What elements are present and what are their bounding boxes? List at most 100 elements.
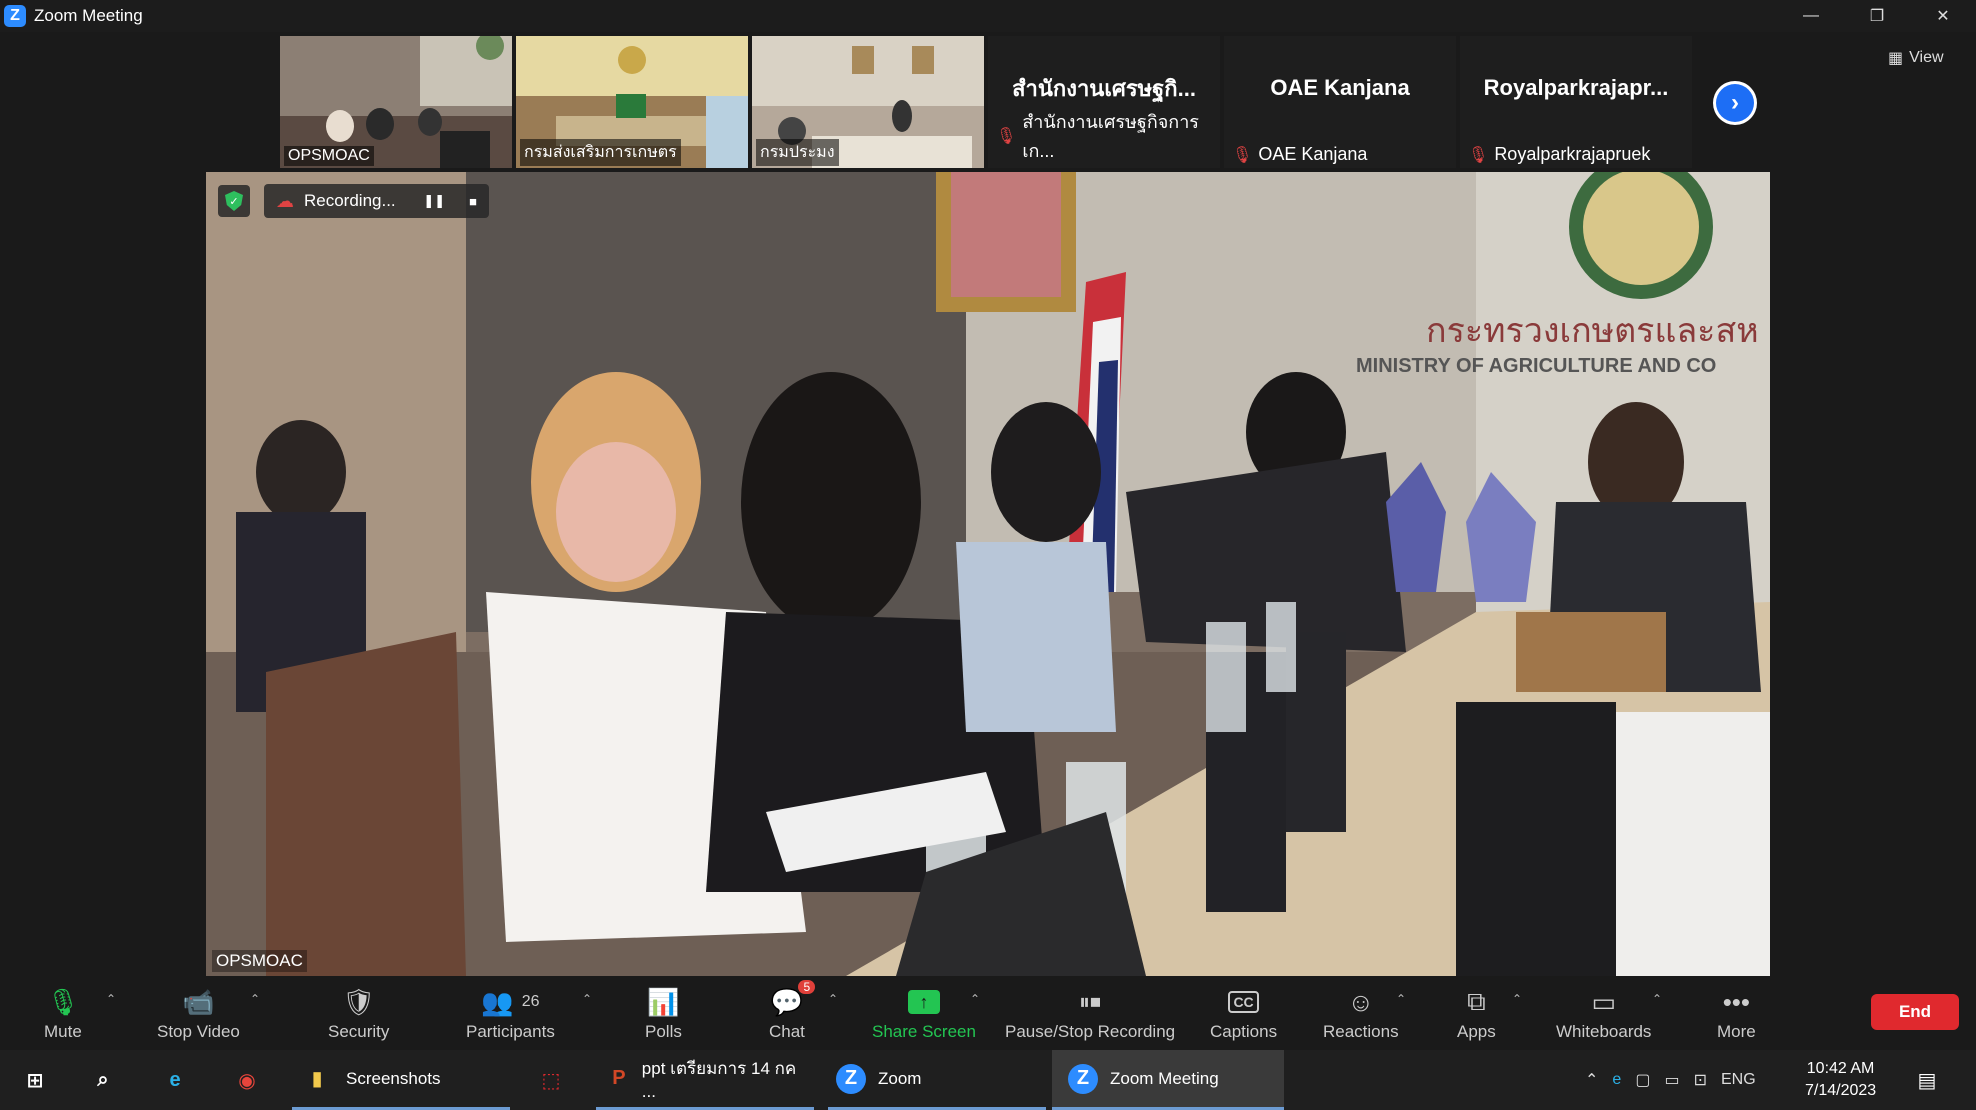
whiteboard-icon: ▭	[1591, 986, 1616, 1017]
participant-tile-fisheries[interactable]: กรมประมง	[752, 36, 984, 168]
participant-tile-royalpark[interactable]: Royalparkrajapr... 🎙 Royalparkrajapruek	[1460, 36, 1692, 168]
taskbar-clock[interactable]: 10:42 AM 7/14/2023	[1805, 1058, 1876, 1102]
taskbar-item-label: Screenshots	[346, 1068, 441, 1088]
notification-icon: ▤	[1917, 1069, 1937, 1092]
mic-muted-icon: 🎙	[996, 128, 1017, 145]
participant-name: กรมส่งเสริมการเกษตร	[520, 139, 681, 166]
end-meeting-button[interactable]: End	[1871, 994, 1959, 1030]
video-options-caret[interactable]: ⌃	[250, 992, 260, 1006]
polls-button[interactable]: 📊 Polls	[645, 984, 682, 1042]
edge-browser-icon: e	[169, 1068, 181, 1091]
captions-label: Captions	[1210, 1022, 1278, 1041]
apps-button[interactable]: ⧉ Apps	[1457, 984, 1496, 1042]
apps-icon: ⧉	[1467, 986, 1486, 1016]
taskbar-powerpoint[interactable]: P ppt เตรียมการ 14 กค ...	[596, 1050, 814, 1110]
chat-options-caret[interactable]: ⌃	[828, 992, 838, 1006]
pause-stop-recording-button[interactable]: ⏸⏹ Pause/Stop Recording	[1005, 984, 1175, 1042]
stop-video-button[interactable]: 📹 Stop Video	[157, 984, 240, 1042]
notification-center-button[interactable]: ▤	[1912, 1050, 1942, 1110]
participants-icon: 👥 26	[481, 986, 540, 1017]
language-indicator[interactable]: ENG	[1721, 1071, 1756, 1089]
participant-display-name: Royalparkrajapr...	[1483, 75, 1669, 100]
participants-count: 26	[521, 993, 540, 1010]
pause-recording-button[interactable]: ❚❚	[423, 193, 445, 209]
taskbar-edge[interactable]: e	[160, 1050, 190, 1110]
taskbar-screenshots[interactable]: ▮ Screenshots	[292, 1050, 510, 1110]
window-title: Zoom Meeting	[34, 6, 143, 25]
share-screen-button[interactable]: ↑ Share Screen	[872, 984, 976, 1042]
zoom-app-icon: Z	[836, 1063, 866, 1094]
audio-options-caret[interactable]: ⌃	[106, 992, 116, 1006]
next-page-button[interactable]: ›	[1713, 81, 1757, 125]
participant-name-row: 🎙 สำนักงานเศรษฐกิจการเก...	[992, 106, 1220, 166]
taskbar-zoom[interactable]: Z Zoom	[828, 1050, 1046, 1110]
taskbar-item-label: ppt เตรียมการ 14 กค ...	[641, 1059, 797, 1101]
participant-name-row: 🎙 Royalparkrajapruek	[1464, 143, 1654, 166]
chat-label: Chat	[769, 1022, 805, 1041]
participants-button[interactable]: 👥 26 Participants	[466, 984, 555, 1042]
participant-display-name: OAE Kanjana	[1270, 75, 1410, 100]
participant-tile-oae-kanjana[interactable]: OAE Kanjana 🎙 OAE Kanjana	[1224, 36, 1456, 168]
share-options-caret[interactable]: ⌃	[970, 992, 980, 1006]
polls-label: Polls	[645, 1022, 682, 1041]
chrome-browser-icon: ◉	[238, 1069, 256, 1092]
powerpoint-icon: P	[612, 1067, 626, 1089]
zoom-logo-icon: Z	[4, 5, 26, 27]
participant-display-name: สำนักงานเศรษฐกิ...	[1012, 75, 1196, 101]
participants-options-caret[interactable]: ⌃	[582, 992, 592, 1006]
mic-muted-icon: 🎙	[1468, 146, 1489, 164]
minimize-button[interactable]: —	[1778, 0, 1844, 32]
tray-app-icon[interactable]: ▢	[1635, 1070, 1650, 1090]
reactions-options-caret[interactable]: ⌃	[1396, 992, 1406, 1006]
participant-tile-oae[interactable]: สำนักงานเศรษฐกิ... 🎙 สำนักงานเศรษฐกิจการ…	[988, 36, 1220, 168]
encryption-shield[interactable]: ✓	[218, 185, 250, 217]
apps-options-caret[interactable]: ⌃	[1512, 992, 1522, 1006]
smiley-plus-icon: ☺	[1347, 986, 1375, 1017]
stop-video-label: Stop Video	[157, 1022, 240, 1041]
captions-button[interactable]: CC Captions	[1210, 984, 1277, 1042]
search-button[interactable]: ⌕	[88, 1050, 118, 1110]
participant-tile-opsmoac[interactable]: OPSMOAC	[280, 36, 512, 168]
network-icon[interactable]: ⊡	[1694, 1070, 1707, 1090]
participant-name: OPSMOAC	[284, 146, 374, 166]
shield-check-icon: ✓	[225, 191, 243, 211]
chat-button[interactable]: 💬 5 Chat	[769, 980, 816, 1042]
mic-muted-icon: 🎙	[1232, 146, 1253, 164]
reactions-button[interactable]: ☺ Reactions	[1323, 984, 1399, 1042]
participant-strip: OPSMOAC กรมส่งเสริมการเกษตร กรมประมง สำน…	[280, 36, 1692, 168]
pdf-reader-icon: ⬚	[541, 1069, 561, 1092]
view-button[interactable]: ▦ View	[1888, 48, 1944, 68]
participant-tile-doae[interactable]: กรมส่งเสริมการเกษตร	[516, 36, 748, 168]
tray-ie-icon[interactable]: e	[1612, 1071, 1621, 1089]
taskbar-pdf[interactable]: ⬚	[536, 1050, 566, 1110]
whiteboards-button[interactable]: ▭ Whiteboards	[1556, 984, 1651, 1042]
mute-label: Mute	[44, 1022, 82, 1041]
window-controls: — ❐ ✕	[1778, 0, 1976, 32]
whiteboards-label: Whiteboards	[1556, 1022, 1652, 1041]
folder-icon: ▮	[311, 1068, 323, 1090]
security-button[interactable]: 🛡 Security	[328, 984, 389, 1042]
taskbar-chrome[interactable]: ◉	[232, 1050, 262, 1110]
main-speaker-video[interactable]: กระทรวงเกษตรและสห MINISTRY OF AGRICULTUR…	[206, 172, 1770, 976]
start-button[interactable]: ⊞	[20, 1050, 50, 1110]
taskbar-zoom-meeting[interactable]: Z Zoom Meeting	[1052, 1050, 1284, 1110]
speaker-name: OPSMOAC	[212, 950, 307, 972]
close-button[interactable]: ✕	[1910, 0, 1976, 32]
tray-expand-icon[interactable]: ⌃	[1585, 1070, 1598, 1090]
restore-button[interactable]: ❐	[1844, 0, 1910, 32]
wall-text-english: MINISTRY OF AGRICULTURE AND CO	[1356, 355, 1716, 377]
share-screen-label: Share Screen	[872, 1022, 976, 1041]
pause-stop-icon: ⏸⏹	[1079, 989, 1102, 1014]
battery-icon[interactable]: ▭	[1664, 1070, 1679, 1090]
meeting-room-video: กระทรวงเกษตรและสห MINISTRY OF AGRICULTUR…	[206, 172, 1770, 976]
windows-logo-icon: ⊞	[26, 1069, 44, 1092]
recording-indicator: ☁ Recording... ❚❚ ■	[264, 184, 489, 218]
participant-name: Royalparkrajapruek	[1494, 144, 1651, 164]
participant-name: OAE Kanjana	[1258, 144, 1368, 164]
mute-button[interactable]: 🎙 Mute	[44, 984, 82, 1042]
more-button[interactable]: ••• More	[1717, 984, 1756, 1042]
grid-view-icon: ▦	[1888, 50, 1904, 67]
stop-recording-button[interactable]: ■	[469, 194, 477, 209]
whiteboards-options-caret[interactable]: ⌃	[1652, 992, 1662, 1006]
view-label: View	[1909, 49, 1944, 66]
